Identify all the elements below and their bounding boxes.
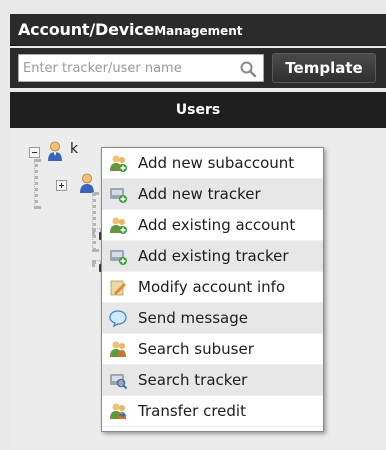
tracker-add-icon (108, 184, 128, 204)
template-button[interactable]: Template (272, 53, 376, 83)
menu-item-label: Modify account info (138, 278, 286, 296)
people-search-icon (108, 339, 128, 359)
search-row: Template (10, 48, 386, 88)
context-menu: Add new subaccount Add new tracker Add exi… (101, 147, 324, 432)
message-icon (108, 308, 128, 328)
page-title-sub: Management (154, 24, 243, 38)
expand-toggle[interactable] (56, 180, 67, 191)
menu-item-label: Search tracker (138, 371, 248, 389)
menu-item-label: Add existing tracker (138, 247, 289, 265)
search-box (18, 54, 264, 82)
menu-item[interactable]: Add new subaccount (102, 148, 323, 179)
panel-title-bar: Account/Device Management (10, 14, 386, 46)
users-header: Users (10, 92, 386, 128)
menu-item-label: Search subuser (138, 340, 254, 358)
menu-item[interactable]: Transfer credit (102, 396, 323, 427)
tracker-search-icon (108, 370, 128, 390)
menu-item-label: Add new subaccount (138, 154, 295, 172)
edit-icon (108, 277, 128, 297)
menu-item[interactable]: Send message (102, 303, 323, 334)
menu-item[interactable]: Add existing tracker (102, 241, 323, 272)
tree-node-label[interactable]: k (70, 141, 78, 157)
people-add-icon (108, 153, 128, 173)
page-title: Account/Device (18, 20, 155, 39)
menu-item[interactable]: Modify account info (102, 272, 323, 303)
people-add-icon (108, 215, 128, 235)
menu-item[interactable]: Search subuser (102, 334, 323, 365)
menu-item-label: Add existing account (138, 216, 296, 234)
search-input[interactable] (19, 55, 233, 81)
menu-item[interactable]: Search tracker (102, 365, 323, 396)
account-device-panel: Account/DeviceManagement Template Users … (0, 0, 386, 450)
menu-item-label: Send message (138, 309, 248, 327)
menu-item[interactable]: Add existing account (102, 210, 323, 241)
user-icon (80, 173, 94, 193)
collapse-toggle[interactable] (29, 147, 40, 158)
tracker-add-icon (108, 246, 128, 266)
menu-item-label: Transfer credit (138, 402, 246, 420)
search-icon[interactable] (239, 60, 257, 78)
user-icon (48, 141, 62, 161)
menu-item[interactable]: Add new tracker (102, 179, 323, 210)
menu-item-label: Add new tracker (138, 185, 261, 203)
transfer-icon (108, 401, 128, 421)
